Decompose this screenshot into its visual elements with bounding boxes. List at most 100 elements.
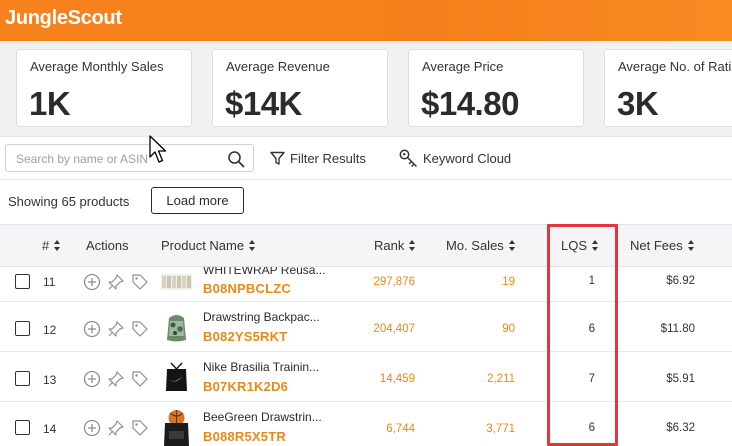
stat-value: $14.80 <box>421 85 519 122</box>
sort-icon <box>249 240 256 251</box>
row-checkbox[interactable] <box>15 371 30 386</box>
stat-card-price: Average Price $14.80 <box>408 49 584 127</box>
product-net-fees: $6.92 <box>666 275 695 287</box>
stat-label: Average Revenue <box>226 59 330 74</box>
column-header-actions: Actions <box>86 238 129 253</box>
row-number: 11 <box>43 275 56 289</box>
stat-value: $14K <box>225 85 302 122</box>
stat-card-ratings: Average No. of Ratings 3K <box>604 49 732 127</box>
load-more-button[interactable]: Load more <box>151 187 244 214</box>
product-lqs: 6 <box>588 422 595 434</box>
product-asin[interactable]: B08NPBCLZC <box>203 281 291 296</box>
row-checkbox[interactable] <box>15 274 30 289</box>
table-row[interactable]: 12 Drawstring Backpac... B082YS5RKT 204,… <box>0 303 732 352</box>
search-icon[interactable] <box>227 150 245 168</box>
product-name[interactable]: WHITEWRAP Reusa... <box>203 267 325 277</box>
table-row[interactable]: 13 Nike Brasilia Trainin... B07KR1K2D6 1… <box>0 353 732 402</box>
product-net-fees: $6.32 <box>666 422 695 434</box>
product-asin[interactable]: B088R5X5TR <box>203 429 286 444</box>
results-summary: Showing 65 products Load more <box>0 180 732 224</box>
product-thumbnail[interactable] <box>161 312 192 343</box>
product-asin[interactable]: B082YS5RKT <box>203 329 287 344</box>
stat-label: Average Price <box>422 59 504 74</box>
product-table-body: 11 WHITEWRAP Reusa... B08NPBCLZC 297,876… <box>0 267 732 446</box>
row-actions <box>83 273 153 291</box>
table-row[interactable]: 11 WHITEWRAP Reusa... B08NPBCLZC 297,876… <box>0 267 732 302</box>
add-icon[interactable] <box>83 320 101 338</box>
tag-icon[interactable] <box>131 273 149 291</box>
top-bar: JungleScout <box>0 0 732 41</box>
product-sales: 19 <box>502 276 515 288</box>
product-sales: 90 <box>502 323 515 335</box>
stat-card-revenue: Average Revenue $14K <box>212 49 388 127</box>
product-sales: 2,211 <box>487 373 515 385</box>
sort-icon <box>592 240 599 251</box>
product-net-fees: $5.91 <box>666 373 695 385</box>
product-thumbnail[interactable] <box>161 409 192 446</box>
product-lqs: 6 <box>588 323 595 335</box>
tag-icon[interactable] <box>131 370 149 388</box>
stats-bar: Average Monthly Sales 1K Average Revenue… <box>0 41 732 136</box>
column-header-lqs[interactable]: LQS <box>561 238 599 253</box>
row-number: 13 <box>43 373 57 387</box>
sort-icon <box>687 240 695 251</box>
column-header-rank[interactable]: Rank <box>374 238 416 253</box>
column-header-net-fees[interactable]: Net Fees <box>630 238 695 253</box>
stat-label: Average Monthly Sales <box>30 59 164 74</box>
sort-icon <box>409 240 416 251</box>
product-thumbnail[interactable] <box>161 361 192 392</box>
product-lqs: 7 <box>588 373 595 385</box>
row-number: 12 <box>43 323 57 337</box>
row-actions <box>83 419 153 437</box>
search-box <box>5 144 254 172</box>
mouse-cursor-icon <box>149 135 167 163</box>
column-header-product-name[interactable]: Product Name <box>161 238 256 253</box>
pin-icon[interactable] <box>107 273 125 291</box>
stat-label: Average No. of Ratings <box>618 59 732 74</box>
tag-icon[interactable] <box>131 320 149 338</box>
product-net-fees: $11.80 <box>660 323 695 335</box>
pin-icon[interactable] <box>107 370 125 388</box>
product-name[interactable]: Nike Brasilia Trainin... <box>203 360 319 374</box>
search-input[interactable] <box>16 150 221 167</box>
row-actions <box>83 370 153 388</box>
filter-label: Filter Results <box>290 150 366 166</box>
sort-icon <box>508 240 516 251</box>
add-icon[interactable] <box>83 370 101 388</box>
filter-icon <box>270 151 285 165</box>
table-header: # Actions Product Name Rank Mo. Sales LQ… <box>0 224 732 267</box>
add-icon[interactable] <box>83 273 101 291</box>
add-icon[interactable] <box>83 419 101 437</box>
product-rank: 297,876 <box>373 276 415 288</box>
table-row[interactable]: 14 BeeGreen Drawstrin... B088R5X5TR 6,74… <box>0 403 732 446</box>
stat-value: 1K <box>29 85 71 122</box>
keyword-cloud-button[interactable]: Keyword Cloud <box>399 148 511 168</box>
product-asin[interactable]: B07KR1K2D6 <box>203 379 288 394</box>
stat-value: 3K <box>617 85 659 122</box>
row-number: 14 <box>43 422 57 436</box>
product-name[interactable]: Drawstring Backpac... <box>203 310 320 324</box>
product-sales: 3,771 <box>486 423 515 435</box>
product-count: Showing 65 products <box>8 194 130 209</box>
product-rank: 204,407 <box>373 323 415 335</box>
pin-icon[interactable] <box>107 419 125 437</box>
keyword-cloud-label: Keyword Cloud <box>423 150 512 166</box>
row-checkbox[interactable] <box>15 420 30 435</box>
app-logo[interactable]: JungleScout <box>5 7 122 30</box>
product-rank: 6,744 <box>386 423 415 435</box>
tag-icon[interactable] <box>131 419 149 437</box>
product-thumbnail[interactable] <box>161 274 192 290</box>
product-rank: 14,459 <box>379 373 415 385</box>
row-actions <box>83 320 153 338</box>
stat-card-monthly-sales: Average Monthly Sales 1K <box>16 49 192 127</box>
row-checkbox[interactable] <box>15 321 30 336</box>
product-name[interactable]: BeeGreen Drawstrin... <box>203 410 322 424</box>
column-header-number[interactable]: # <box>42 238 61 253</box>
column-header-mo-sales[interactable]: Mo. Sales <box>446 238 516 253</box>
pin-icon[interactable] <box>107 320 125 338</box>
filter-results-button[interactable]: Filter Results <box>270 148 366 168</box>
key-icon <box>399 149 417 167</box>
sort-icon <box>54 240 61 251</box>
toolbar: Filter Results Keyword Cloud <box>0 136 732 180</box>
product-lqs: 1 <box>588 275 595 287</box>
